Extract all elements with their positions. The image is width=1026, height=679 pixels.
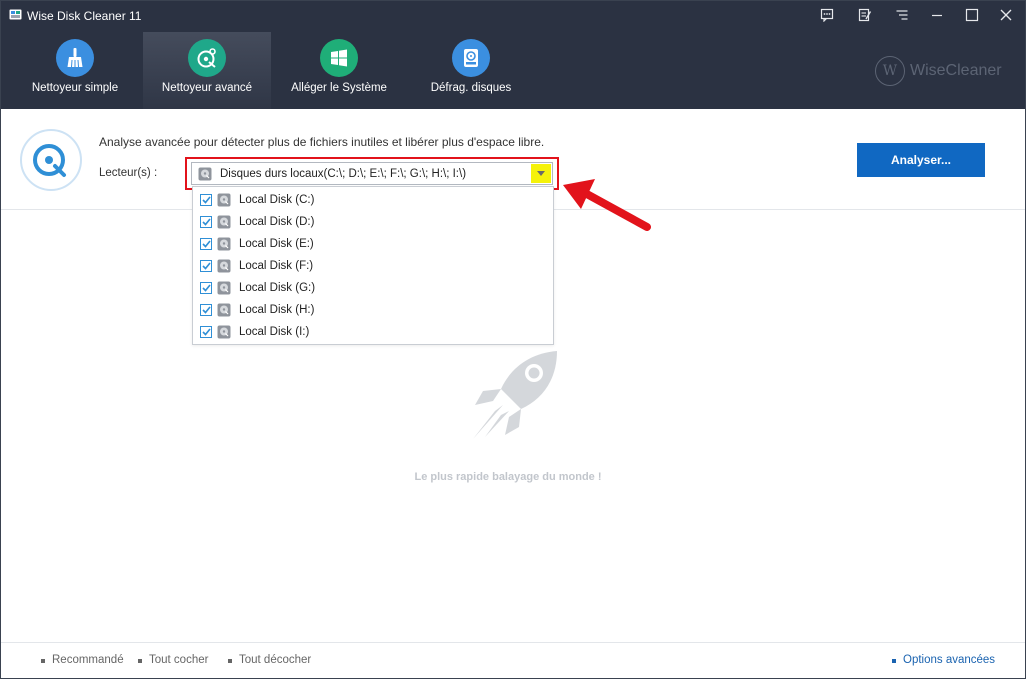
hard-disk-icon [217,193,231,207]
checkbox[interactable] [200,326,212,338]
close-icon [1000,9,1012,21]
drive-item-h[interactable]: Local Disk (H:) [193,299,553,321]
disk-scan-badge-icon [20,129,82,191]
drive-label: Local Disk (G:) [239,282,316,294]
checkbox[interactable] [200,282,212,294]
titlebar: Wise Disk Cleaner 11 [1,1,1025,29]
checkmark-icon [201,196,211,204]
checkmark-icon [201,218,211,226]
checkmark-icon [201,328,211,336]
drive-item-d[interactable]: Local Disk (D:) [193,211,553,233]
feedback-icon [820,8,834,22]
minimize-button[interactable] [924,3,950,27]
maximize-icon [965,8,979,22]
checkbox[interactable] [200,216,212,228]
broom-icon [56,39,94,77]
brand-name: WiseCleaner [910,62,1002,79]
rocket-icon [473,351,557,439]
uncheck-all-link[interactable]: Tout décocher [227,654,311,666]
brand: W WiseCleaner [875,56,1002,86]
checkmark-icon [201,240,211,248]
chevron-down-icon [537,171,545,176]
footer: Recommandé Tout cocher Tout décocher Opt… [1,642,1025,678]
drive-label: Local Disk (H:) [239,304,315,316]
drive-label: Local Disk (F:) [239,260,314,272]
dropdown-toggle-button[interactable] [531,164,551,183]
drive-label: Local Disk (I:) [239,326,310,338]
checkbox[interactable] [200,260,212,272]
header: Wise Disk Cleaner 11 Nettoyeur simple Ne… [1,1,1025,109]
disk-scan-icon [188,39,226,77]
drive-label: Local Disk (D:) [239,216,315,228]
drive-select-dropdown[interactable]: Disques durs locaux(C:\; D:\; E:\; F:\; … [191,162,553,185]
drive-item-f[interactable]: Local Disk (F:) [193,255,553,277]
scan-description: Analyse avancée pour détecter plus de fi… [99,135,545,149]
menu-icon [896,10,908,20]
check-all-link[interactable]: Tout cocher [137,654,208,666]
advanced-options-link[interactable]: Options avancées [891,654,995,666]
tab-label: Alléger le Système [291,82,387,94]
windows-icon [320,39,358,77]
menu-button[interactable] [889,3,915,27]
drive-label: Local Disk (E:) [239,238,314,250]
tab-label: Nettoyeur avancé [161,82,253,94]
drive-label: Local Disk (C:) [239,194,315,206]
notes-button[interactable] [852,3,878,27]
tab-label: Défrag. disques [430,82,512,94]
minimize-icon [932,14,942,17]
checkbox[interactable] [200,238,212,250]
hard-disk-icon [198,167,212,181]
wisecleaner-logo: W [875,56,905,86]
tab-advanced-cleaner[interactable]: Nettoyeur avancé [143,32,271,109]
hard-disk-icon [217,259,231,273]
annotation-arrow-icon [563,179,651,231]
window-title: Wise Disk Cleaner 11 [27,9,142,23]
notes-icon [858,8,872,22]
drive-select-value: Disques durs locaux(C:\; D:\; E:\; F:\; … [220,168,467,180]
hard-disk-icon [217,325,231,339]
close-button[interactable] [993,3,1019,27]
app-window: Wise Disk Cleaner 11 Nettoyeur simple Ne… [0,0,1026,679]
tab-system-slimming[interactable]: Alléger le Système [275,32,403,109]
tab-disk-defrag[interactable]: Défrag. disques [407,32,535,109]
drive-item-c[interactable]: Local Disk (C:) [193,189,553,211]
checkbox[interactable] [200,194,212,206]
defrag-disk-icon [452,39,490,77]
drive-item-e[interactable]: Local Disk (E:) [193,233,553,255]
empty-state-tagline: Le plus rapide balayage du monde ! [414,471,602,483]
recommended-link[interactable]: Recommandé [41,654,124,666]
hard-disk-icon [217,303,231,317]
hard-disk-icon [217,215,231,229]
hard-disk-icon [217,281,231,295]
drive-item-g[interactable]: Local Disk (G:) [193,277,553,299]
drive-dropdown-list: Local Disk (C:) Local Disk (D:) Local Di… [192,186,554,345]
hard-disk-icon [217,237,231,251]
drive-item-i[interactable]: Local Disk (I:) [193,321,553,343]
tab-label: Nettoyeur simple [31,82,119,94]
tab-simple-cleaner[interactable]: Nettoyeur simple [11,32,139,109]
feedback-button[interactable] [814,3,840,27]
checkmark-icon [201,306,211,314]
drives-label: Lecteur(s) : [99,167,158,179]
analyze-button[interactable]: Analyser... [857,143,985,177]
checkbox[interactable] [200,304,212,316]
app-logo-icon [9,9,22,20]
maximize-button[interactable] [959,3,985,27]
checkmark-icon [201,284,211,292]
checkmark-icon [201,262,211,270]
